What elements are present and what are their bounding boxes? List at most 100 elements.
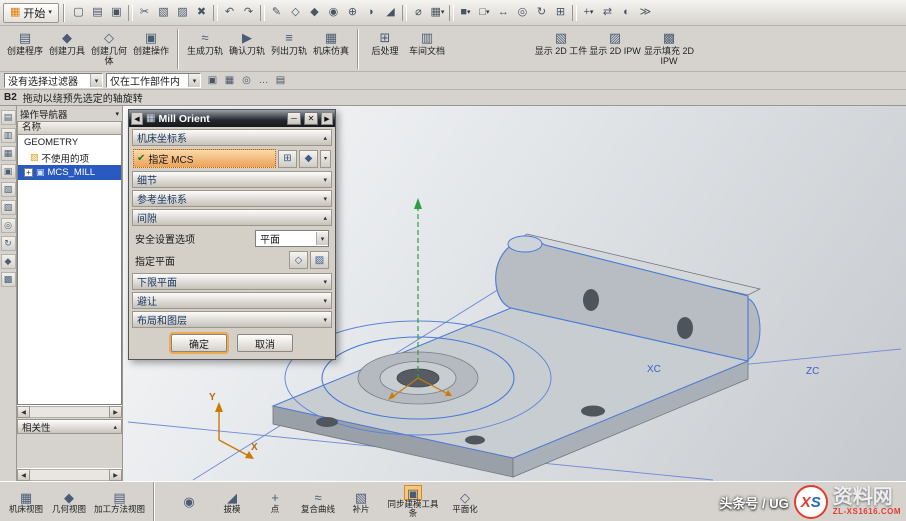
collapse-icon[interactable]: ▾ <box>115 110 119 118</box>
save-icon[interactable]: ▣ <box>107 3 126 22</box>
planarize-button[interactable]: ◇ 平面化 <box>445 489 485 515</box>
draft-button[interactable]: ◢ 拔模 <box>212 489 252 515</box>
open-icon[interactable]: ▤ <box>88 3 107 22</box>
patch-button[interactable]: ▧ 补片 <box>341 489 381 515</box>
cut-icon[interactable]: ✂ <box>135 3 154 22</box>
postprocess-button[interactable]: ⊞ 后处理 <box>364 28 406 58</box>
feature-button[interactable]: ◉ <box>169 493 209 510</box>
section-details[interactable]: 细节 ▾ <box>132 171 332 188</box>
show-filled-2d-ipw-button[interactable]: ▩ 显示填充 2D IPW <box>642 28 696 68</box>
composite-curve-button[interactable]: ≈ 复合曲线 <box>298 489 338 515</box>
show-hide-icon[interactable]: ◐ <box>617 3 636 22</box>
zoom-view-icon[interactable]: ◎ <box>513 3 532 22</box>
machine-tool-navigator-icon[interactable]: ▧ <box>1 182 16 197</box>
scrollbar-track[interactable] <box>30 469 109 481</box>
section-avoidance[interactable]: 避让 ▾ <box>132 292 332 309</box>
new-icon[interactable]: ▢ <box>69 3 88 22</box>
sketch-icon[interactable]: ✎ <box>267 3 286 22</box>
chamfer-icon[interactable]: ◢ <box>381 3 400 22</box>
hd3d-tools-icon[interactable]: ◎ <box>1 218 16 233</box>
create-program-button[interactable]: ▤ 创建程序 <box>4 28 46 58</box>
show-2d-workpiece-button[interactable]: ▧ 显示 2D 工件 <box>534 28 588 58</box>
selection-filter-dropdown[interactable]: 没有选择过滤器 ▾ <box>4 73 103 88</box>
ok-button[interactable]: 确定 <box>171 334 227 352</box>
system-materials-icon[interactable]: ▩ <box>1 272 16 287</box>
pan-view-icon[interactable]: ↔ <box>494 3 513 22</box>
chevron-down-icon[interactable]: ▾ <box>316 232 328 245</box>
plane-button[interactable]: ◇ <box>289 251 308 269</box>
shaded-view-icon[interactable]: ■▾ <box>456 3 475 22</box>
selection-scope-dropdown[interactable]: 仅在工作部件内 ▾ <box>106 73 201 88</box>
geometry-view-button[interactable]: ◆ 几何视图 <box>49 489 89 515</box>
unite-icon[interactable]: ⊕ <box>343 3 362 22</box>
wireframe-view-icon[interactable]: □▾ <box>475 3 494 22</box>
move-object-icon[interactable]: ⇄ <box>598 3 617 22</box>
snap-point-icon[interactable]: +▾ <box>579 3 598 22</box>
close-icon[interactable]: ✕ <box>304 112 318 125</box>
edge-blend-icon[interactable]: ◗ <box>362 3 381 22</box>
reuse-library-icon[interactable]: ▨ <box>1 200 16 215</box>
chevron-down-icon[interactable]: ▾ <box>320 150 331 168</box>
start-menu-button[interactable]: ▦ 开始 ▾ <box>3 3 59 23</box>
generate-toolpath-button[interactable]: ≈ 生成刀轨 <box>184 28 226 58</box>
part-navigator-icon[interactable]: ▦ <box>1 146 16 161</box>
dialog-rail-left-icon[interactable]: ◀ <box>131 112 143 125</box>
minimize-icon[interactable]: ─ <box>287 112 301 125</box>
paste-icon[interactable]: ▨ <box>173 3 192 22</box>
extrude-icon[interactable]: ◆ <box>305 3 324 22</box>
section-clearance[interactable]: 间隙 ▴ <box>132 209 332 226</box>
fit-view-icon[interactable]: ⊞ <box>551 3 570 22</box>
scroll-right-icon[interactable]: ▶ <box>109 469 122 481</box>
dialog-rail-right-icon[interactable]: ▶ <box>321 112 333 125</box>
redo-icon[interactable]: ↷ <box>239 3 258 22</box>
hole-icon[interactable]: ◉ <box>324 3 343 22</box>
scroll-left-icon[interactable]: ◀ <box>17 469 30 481</box>
list-toolpath-button[interactable]: ≡ 列出刀轨 <box>268 28 310 58</box>
plane-dialog-button[interactable]: ▨ <box>310 251 329 269</box>
name-column-header[interactable]: 名称 <box>17 121 122 135</box>
operation-navigator-icon[interactable]: ▣ <box>1 164 16 179</box>
specify-mcs-field[interactable]: ✔ 指定 MCS <box>133 149 276 168</box>
tree-item-mcs-mill[interactable]: + ▣ MCS_MILL <box>18 165 121 180</box>
chevron-down-icon[interactable]: ▾ <box>90 74 102 87</box>
measure-distance-icon[interactable]: ⌀ <box>409 3 428 22</box>
method-view-button[interactable]: ▤ 加工方法视图 <box>92 489 147 515</box>
copy-icon[interactable]: ▧ <box>154 3 173 22</box>
show-2d-ipw-button[interactable]: ▨ 显示 2D IPW <box>588 28 642 58</box>
create-tool-button[interactable]: ◆ 创建刀具 <box>46 28 88 58</box>
machine-simulation-button[interactable]: ▦ 机床仿真 <box>310 28 352 58</box>
section-machine-csys[interactable]: 机床坐标系 ▴ <box>132 129 332 146</box>
object-display-icon[interactable]: ▦▾ <box>428 3 447 22</box>
dialog-title-bar[interactable]: ◀ ▦ Mill Orient ─ ✕ ▶ <box>129 110 335 127</box>
assembly-navigator-icon[interactable]: ▤ <box>1 110 16 125</box>
csys-dialog-button[interactable]: ⊞ <box>278 150 297 168</box>
section-reference-csys[interactable]: 参考坐标系 ▾ <box>132 190 332 207</box>
verify-toolpath-button[interactable]: ▶ 确认刀轨 <box>226 28 268 58</box>
delete-icon[interactable]: ✖ <box>192 3 211 22</box>
history-icon[interactable]: ↻ <box>1 236 16 251</box>
undo-icon[interactable]: ↶ <box>220 3 239 22</box>
horizontal-scrollbar[interactable]: ◀ ▶ <box>17 405 122 418</box>
roles-icon[interactable]: ◆ <box>1 254 16 269</box>
synchronous-modeling-toolbar-button[interactable]: ▣ 同步建模工具条 <box>384 484 442 519</box>
point-button[interactable]: + 点 <box>255 489 295 515</box>
dependencies-panel-header[interactable]: 相关性 ▴ <box>17 419 122 434</box>
horizontal-scrollbar[interactable]: ◀ ▶ <box>17 468 122 481</box>
shop-documentation-button[interactable]: ▥ 车间文档 <box>406 28 448 58</box>
tree-item-unused-items[interactable]: ▨ 不使用的项 <box>18 150 121 165</box>
constraint-navigator-icon[interactable]: ▥ <box>1 128 16 143</box>
section-layout-layers[interactable]: 布局和图层 ▾ <box>132 311 332 328</box>
more-filters-icon[interactable]: … <box>255 73 272 89</box>
notes-icon[interactable]: ▤ <box>272 73 289 89</box>
highlight-icon[interactable]: ◎ <box>238 73 255 89</box>
section-lower-limit-plane[interactable]: 下限平面 ▾ <box>132 273 332 290</box>
scroll-right-icon[interactable]: ▶ <box>109 406 122 418</box>
datum-plane-icon[interactable]: ◇ <box>286 3 305 22</box>
cancel-button[interactable]: 取消 <box>237 334 293 352</box>
create-geometry-button[interactable]: ◇ 创建几何体 <box>88 28 130 68</box>
csys-picker-button[interactable]: ◆ <box>299 150 318 168</box>
tree-item-geometry[interactable]: GEOMETRY <box>18 135 121 150</box>
selection-scope-icon[interactable]: ▦ <box>221 73 238 89</box>
scrollbar-track[interactable] <box>30 406 109 418</box>
safety-option-dropdown[interactable]: 平面 ▾ <box>255 230 329 247</box>
